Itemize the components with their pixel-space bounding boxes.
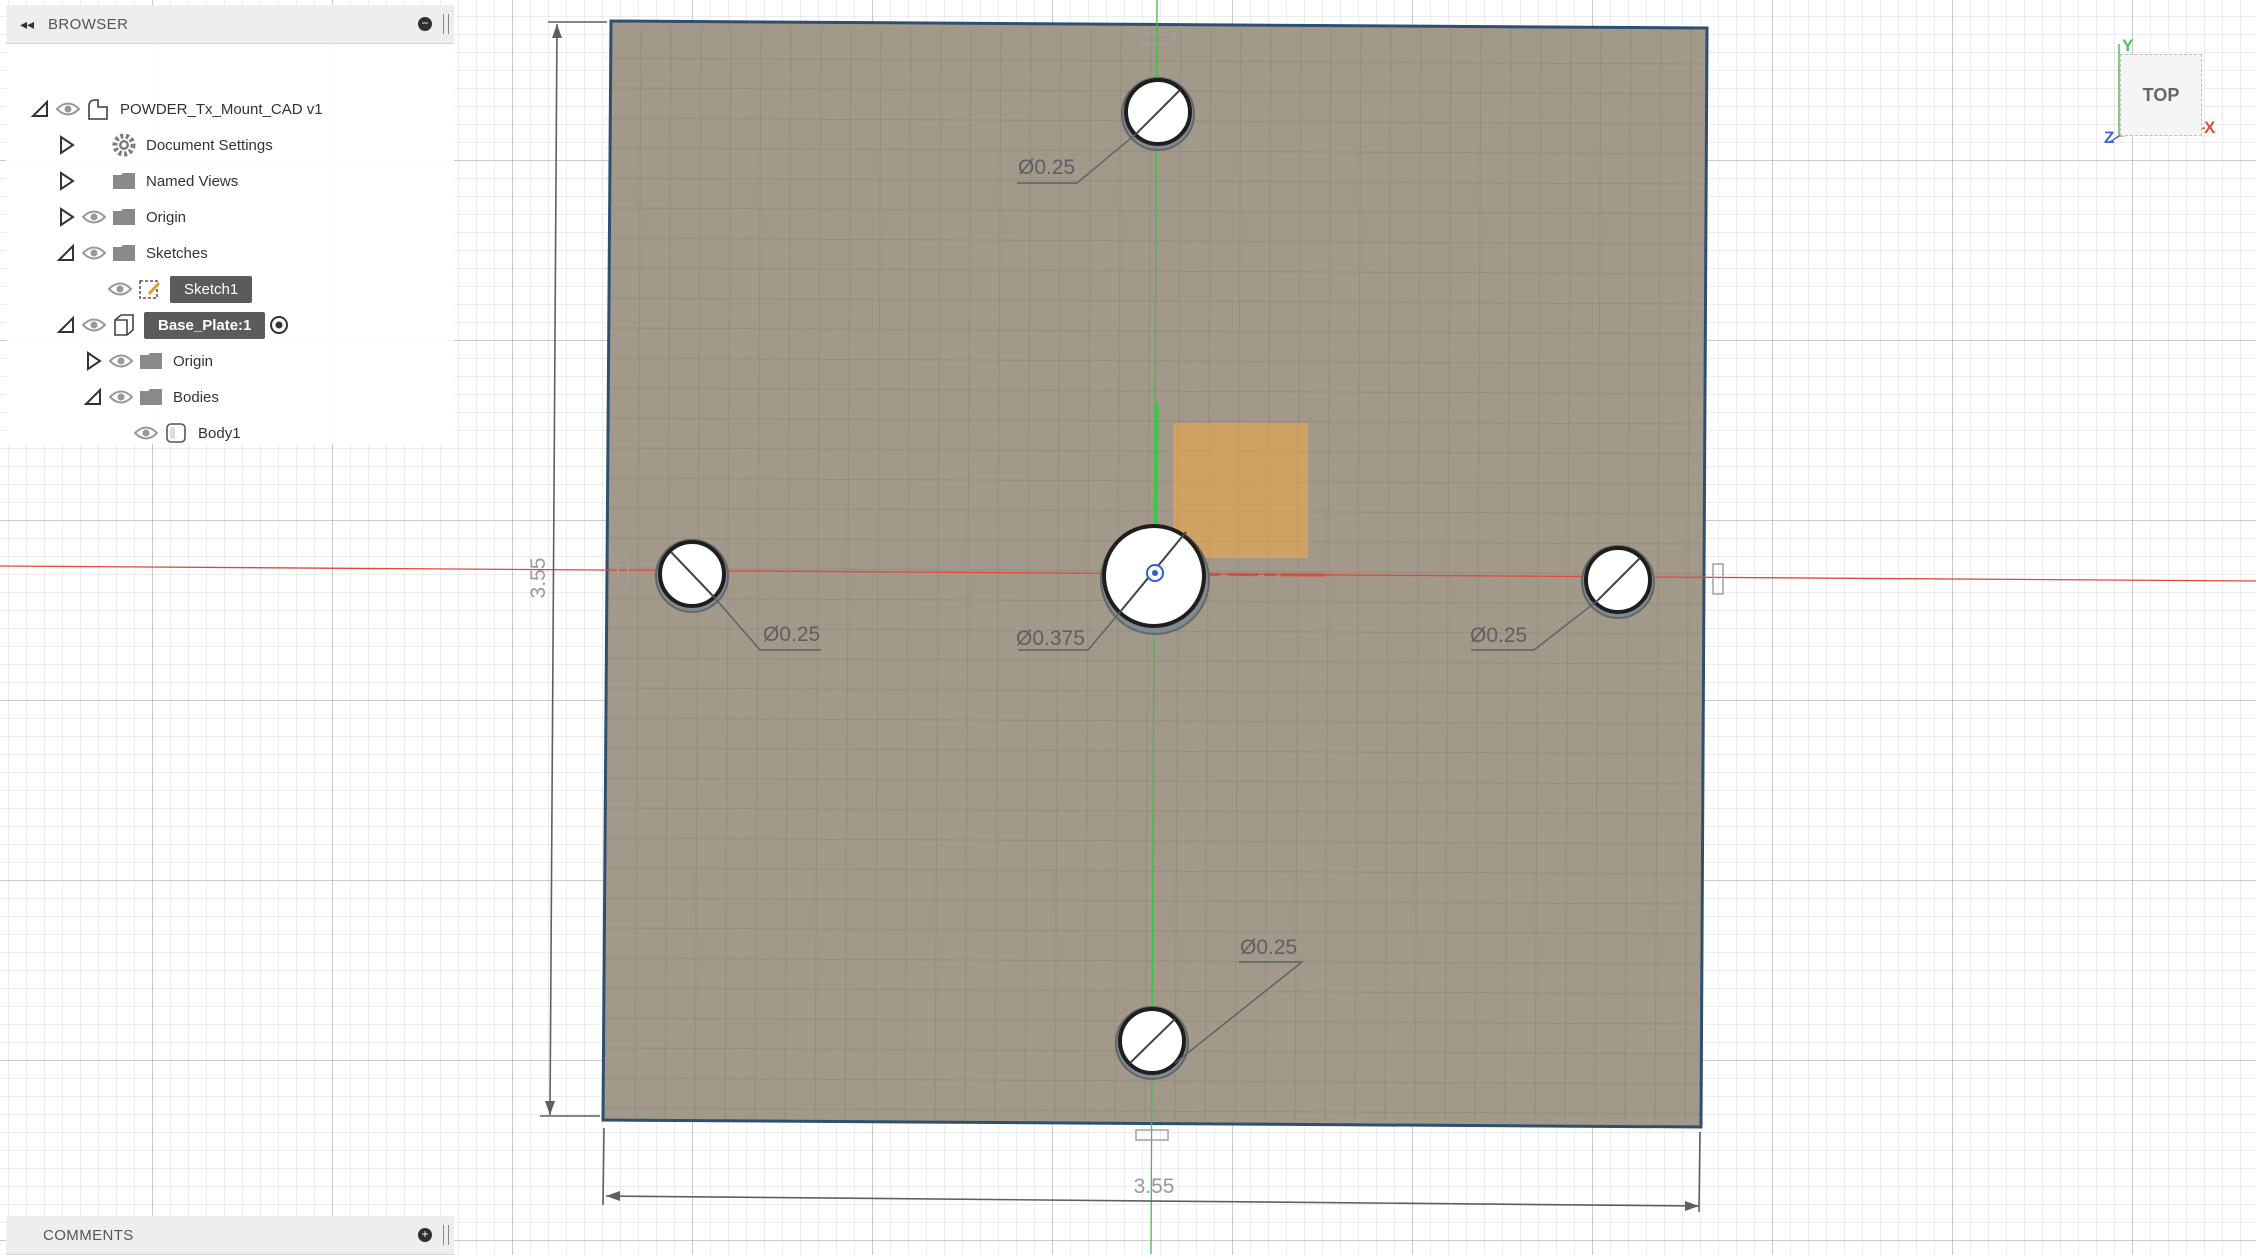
sketch-icon: [136, 275, 164, 303]
browser-header: ◂◂ BROWSER −: [6, 5, 454, 44]
collapse-panel-icon[interactable]: ◂◂: [12, 16, 42, 33]
browser-item-label: Body1: [198, 424, 241, 442]
browser-item-label: POWDER_Tx_Mount_CAD v1: [120, 100, 323, 118]
browser-panel: ◂◂ BROWSER − POWDER_Tx_Mount_CAD v1 Docum…: [6, 5, 454, 444]
browser-item-label: Origin: [173, 352, 214, 370]
visibility-eye-icon[interactable]: [80, 203, 108, 231]
add-comment-button[interactable]: +: [418, 1228, 432, 1242]
activate-component-radio-icon[interactable]: [265, 311, 293, 339]
browser-item-origin[interactable]: Origin: [52, 199, 186, 235]
height-dimension-line: [540, 21, 607, 1117]
browser-title: BROWSER: [48, 15, 129, 33]
folder-icon: [137, 383, 165, 411]
component-icon: [110, 311, 138, 339]
viewcube-z-label: Z: [2104, 128, 2115, 147]
browser-resize-grip[interactable]: [443, 14, 449, 34]
viewcube[interactable]: TOP: [2120, 54, 2202, 136]
hole-right[interactable]: [1581, 545, 1655, 619]
visibility-eye-icon[interactable]: [132, 419, 160, 447]
dimension-hole-center[interactable]: Ø0.375: [1016, 627, 1085, 650]
dimension-hole-right[interactable]: Ø0.25: [1470, 624, 1527, 647]
visibility-eye-icon[interactable]: [80, 239, 108, 267]
browser-item-bodies[interactable]: Bodies: [79, 379, 219, 415]
browser-item-label: Named Views: [146, 172, 239, 190]
visibility-eye-icon[interactable]: [54, 95, 82, 123]
gear-icon: [110, 131, 138, 159]
browser-item-label: Document Settings: [146, 136, 273, 154]
folder-icon: [110, 203, 138, 231]
browser-item-powder-tx-mount-cad-v1[interactable]: POWDER_Tx_Mount_CAD v1: [26, 91, 323, 127]
browser-item-label: Origin: [146, 208, 187, 226]
visibility-eye-icon[interactable]: [106, 275, 134, 303]
browser-item-origin[interactable]: Origin: [79, 343, 213, 379]
dimension-hole-bottom[interactable]: Ø0.25: [1240, 936, 1297, 959]
browser-item-label: Sketch1: [170, 275, 253, 303]
comments-panel: COMMENTS +: [6, 1216, 454, 1255]
selection-highlight: [1173, 423, 1308, 558]
dimension-hole-top[interactable]: Ø0.25: [1018, 156, 1075, 179]
visibility-eye-icon[interactable]: [80, 131, 108, 159]
visibility-eye-icon[interactable]: [107, 347, 135, 375]
browser-item-body1[interactable]: Body1: [132, 415, 241, 451]
dimension-height[interactable]: 3.55: [527, 558, 550, 599]
collapse-triangle-icon[interactable]: [79, 383, 107, 411]
browser-item-label: Bodies: [173, 388, 219, 406]
browser-item-named-views[interactable]: Named Views: [52, 163, 238, 199]
browser-item-sketch1[interactable]: Sketch1: [106, 271, 253, 307]
browser-item-document-settings[interactable]: Document Settings: [52, 127, 273, 163]
comments-title: COMMENTS: [43, 1226, 134, 1244]
comments-header: COMMENTS +: [6, 1216, 454, 1255]
viewcube-face-label: TOP: [2142, 84, 2180, 105]
document-icon: [84, 95, 112, 123]
expand-triangle-icon[interactable]: [79, 347, 107, 375]
folder-icon: [137, 347, 165, 375]
hole-center[interactable]: [1100, 524, 1210, 635]
collapse-triangle-icon[interactable]: [52, 239, 80, 267]
dimension-width[interactable]: 3.55: [1134, 1175, 1175, 1198]
viewcube-x-label: X: [2204, 118, 2216, 137]
hole-bottom[interactable]: [1115, 1006, 1189, 1080]
comments-resize-grip[interactable]: [443, 1225, 449, 1245]
collapse-triangle-icon[interactable]: [52, 311, 80, 339]
viewcube-y-label: Y: [2122, 36, 2134, 55]
folder-icon: [110, 167, 138, 195]
visibility-eye-icon[interactable]: [80, 167, 108, 195]
browser-item-label: Sketches: [146, 244, 208, 262]
visibility-eye-icon[interactable]: [80, 311, 108, 339]
expand-triangle-icon[interactable]: [52, 203, 80, 231]
collapse-triangle-icon[interactable]: [26, 95, 54, 123]
visibility-eye-icon[interactable]: [107, 383, 135, 411]
hole-top[interactable]: [1121, 77, 1195, 151]
browser-item-sketches[interactable]: Sketches: [52, 235, 208, 271]
dimension-hole-left[interactable]: Ø0.25: [763, 623, 820, 646]
browser-tree: POWDER_Tx_Mount_CAD v1 Document Settings N…: [6, 44, 454, 444]
body-icon: [162, 419, 190, 447]
expand-triangle-icon[interactable]: [52, 167, 80, 195]
browser-pin-button[interactable]: −: [418, 17, 432, 31]
browser-item-base-plate-1[interactable]: Base_Plate:1: [52, 307, 293, 343]
browser-item-label: Base_Plate:1: [144, 311, 266, 339]
expand-triangle-icon[interactable]: [52, 131, 80, 159]
midpoint-grip-right[interactable]: [1712, 563, 1724, 595]
folder-icon: [110, 239, 138, 267]
